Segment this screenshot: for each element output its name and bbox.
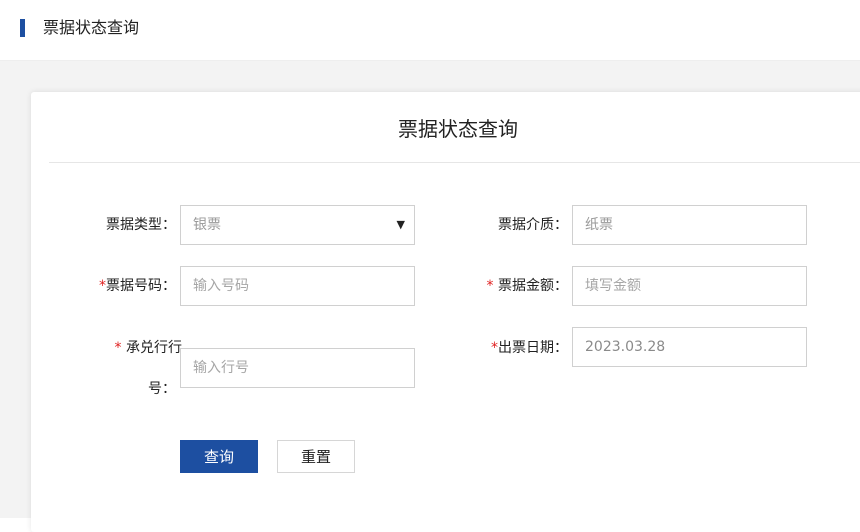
issue-date-value: 2023.03.28 — [585, 339, 666, 355]
acceptor-bank-label-line2: 号： — [140, 379, 176, 399]
bill-type-selected-value: 银票 — [193, 217, 221, 233]
issue-date-label: *出票日期： — [480, 338, 568, 358]
issue-date-label-text: 出票日期： — [498, 340, 568, 356]
acceptor-bank-label-text-2: 号： — [148, 381, 176, 397]
bill-number-label: *票据号码： — [90, 276, 176, 296]
acceptor-bank-label-line1: * 承兑行行 — [100, 338, 182, 358]
card-divider — [49, 162, 860, 163]
page-title: 票据状态查询 — [43, 18, 140, 37]
bill-number-field[interactable] — [180, 266, 415, 306]
header-accent-bar — [20, 19, 25, 37]
bill-amount-label: * 票据金额： — [470, 276, 568, 296]
bill-amount-field[interactable] — [572, 266, 807, 306]
acceptor-bank-field[interactable] — [180, 348, 415, 388]
bill-medium-value: 纸票 — [585, 217, 613, 233]
bill-type-select[interactable]: 银票 ▼ — [180, 205, 415, 245]
bill-type-label-text: 票据类型： — [106, 217, 176, 233]
caret-down-icon: ▼ — [396, 218, 405, 231]
bill-number-label-text: 票据号码： — [106, 278, 176, 294]
required-mark: * — [99, 278, 106, 294]
query-button[interactable]: 查询 — [180, 440, 258, 473]
card-title: 票据状态查询 — [398, 117, 518, 141]
bill-amount-input[interactable] — [585, 267, 806, 305]
required-mark: * — [491, 340, 498, 356]
acceptor-bank-label-text: 承兑行行 — [126, 340, 182, 356]
bill-medium-field[interactable]: 纸票 — [572, 205, 807, 245]
issue-date-field[interactable]: 2023.03.28 — [572, 327, 807, 367]
reset-button[interactable]: 重置 — [277, 440, 355, 473]
bill-medium-label-text: 票据介质： — [498, 217, 568, 233]
page-header: 票据状态查询 — [0, 0, 860, 61]
bill-medium-label: 票据介质： — [490, 215, 568, 235]
bill-type-label: 票据类型： — [100, 215, 176, 235]
query-card — [31, 92, 860, 532]
bill-amount-label-text: 票据金额： — [498, 278, 568, 294]
required-mark: * — [114, 340, 122, 356]
acceptor-bank-input[interactable] — [193, 349, 414, 387]
required-mark: * — [486, 278, 494, 294]
bill-number-input[interactable] — [193, 267, 414, 305]
